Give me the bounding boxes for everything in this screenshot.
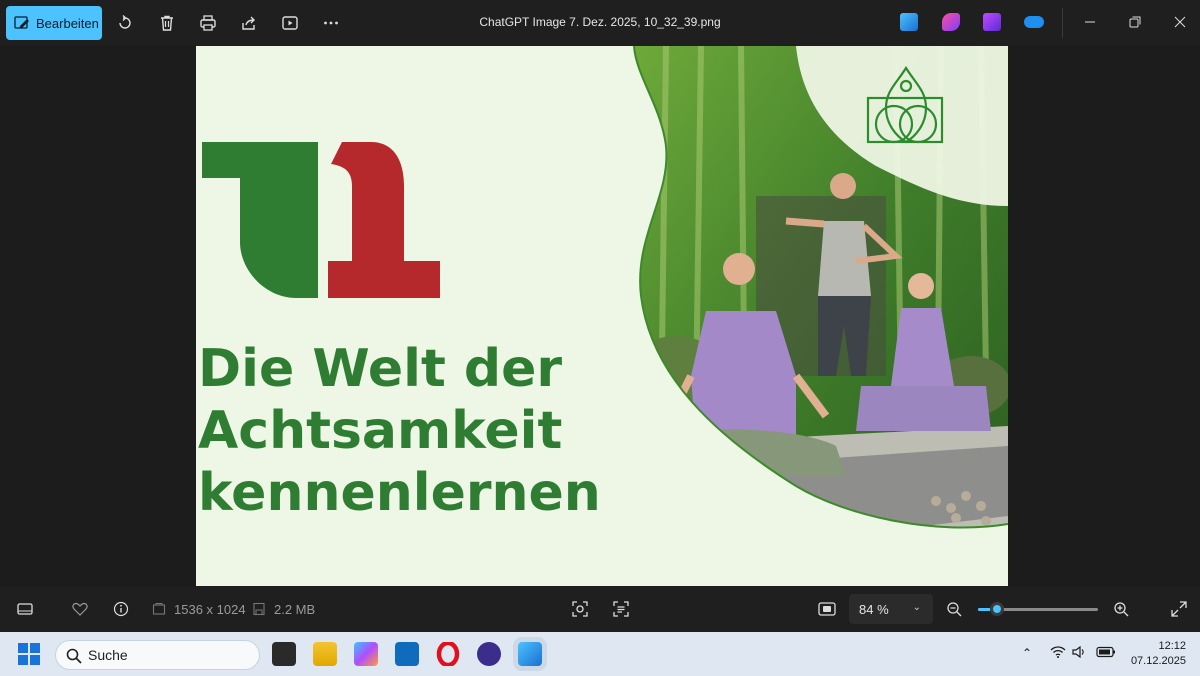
minimize-icon[interactable] (1080, 12, 1100, 32)
print-icon[interactable] (197, 12, 219, 34)
proton-icon[interactable] (477, 642, 501, 666)
title-bar: Bearbeiten ChatGPT Image 7. Dez. 2025, 1… (0, 0, 1200, 46)
favorite-icon[interactable] (71, 600, 89, 618)
status-bar: 1536 x 1024 2.2 MB 84 % ⌄ (0, 586, 1200, 632)
title-separator (1062, 8, 1063, 38)
zoom-value: 84 % (859, 601, 889, 617)
chevron-up-icon[interactable]: ⌃ (1022, 646, 1032, 660)
share-icon[interactable] (238, 12, 260, 34)
task-view-icon[interactable] (272, 642, 296, 666)
edit-button-label: Bearbeiten (36, 15, 99, 31)
windows-start-icon[interactable] (18, 643, 40, 665)
filmstrip-icon[interactable] (16, 600, 34, 618)
wifi-icon[interactable] (1050, 646, 1066, 661)
m365-icon[interactable] (354, 642, 378, 666)
clipchamp-icon[interactable] (942, 13, 960, 31)
zoom-out-icon[interactable] (945, 600, 963, 618)
displayed-image: Die Welt der Achtsamkeit kennenlernen (196, 46, 1008, 586)
slideshow-icon[interactable] (279, 12, 301, 34)
chevron-down-icon: ⌄ (912, 602, 921, 613)
clock-date: 07.12.2025 (1130, 655, 1186, 667)
filesize-icon (250, 600, 268, 618)
file-explorer-icon[interactable] (313, 642, 337, 666)
fit-to-window-icon[interactable] (818, 600, 836, 618)
visual-search-icon[interactable] (571, 600, 589, 618)
close-icon[interactable] (1170, 12, 1190, 32)
search-icon (66, 648, 82, 664)
zoom-in-icon[interactable] (1112, 600, 1130, 618)
battery-icon[interactable] (1096, 646, 1116, 661)
rotate-icon[interactable] (114, 12, 136, 34)
dimensions-icon (150, 600, 168, 618)
more-icon[interactable] (320, 12, 342, 34)
onedrive-icon[interactable] (1024, 16, 1044, 28)
window-title: ChatGPT Image 7. Dez. 2025, 10_32_39.png (479, 15, 721, 29)
info-icon[interactable] (112, 600, 130, 618)
zoom-slider-thumb[interactable] (990, 602, 1004, 616)
restore-icon[interactable] (1125, 12, 1145, 32)
system-clock[interactable]: 12:12 07.12.2025 (1131, 639, 1186, 669)
photos-app-icon[interactable] (900, 13, 918, 31)
headline-line-3: kennenlernen (198, 463, 601, 523)
image-viewer-canvas[interactable]: Die Welt der Achtsamkeit kennenlernen (0, 46, 1200, 586)
photos-taskbar-icon[interactable] (518, 642, 542, 666)
file-size: 2.2 MB (274, 602, 316, 617)
edit-icon (14, 16, 29, 29)
volume-icon[interactable] (1072, 645, 1086, 661)
image-dimensions: 1536 x 1024 (174, 602, 246, 617)
headline-line-2: Achtsamkeit (198, 401, 563, 461)
zoom-dropdown[interactable]: 84 % ⌄ (849, 594, 933, 624)
text-scan-icon[interactable] (612, 600, 630, 618)
fullscreen-icon[interactable] (1170, 600, 1188, 618)
taskbar: Suche ⌃ 12:12 07.12.2025 (0, 632, 1200, 676)
video-editor-icon[interactable] (983, 13, 1001, 31)
clock-time: 12:12 (1158, 640, 1186, 652)
t1-logo (202, 142, 440, 298)
delete-icon[interactable] (156, 12, 178, 34)
edit-button[interactable]: Bearbeiten (6, 6, 102, 40)
search-placeholder: Suche (88, 647, 128, 663)
outlook-icon[interactable] (395, 642, 419, 666)
headline-line-1: Die Welt der (198, 339, 563, 399)
zoom-slider[interactable] (978, 602, 1098, 616)
taskbar-search[interactable]: Suche (55, 640, 260, 670)
headline: Die Welt der Achtsamkeit kennenlernen (198, 338, 601, 524)
opera-icon[interactable] (436, 640, 460, 668)
